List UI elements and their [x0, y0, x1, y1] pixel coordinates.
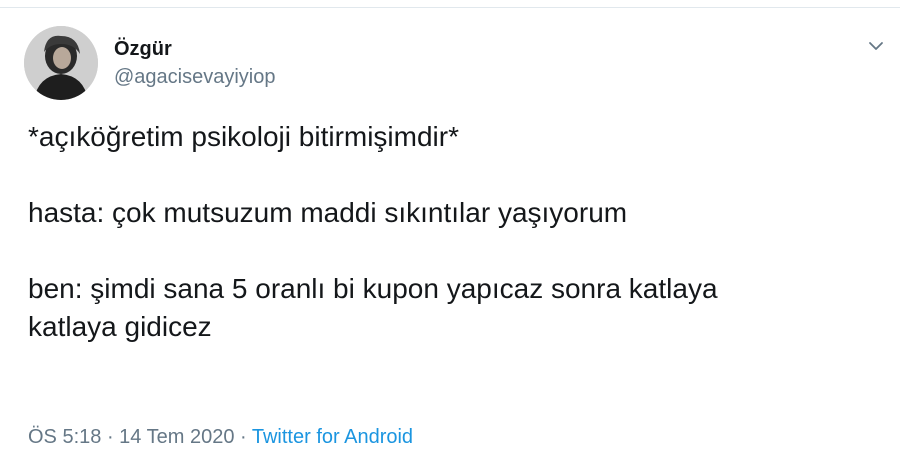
author-names: Özgür @agacisevayiyiop [114, 36, 276, 90]
tweet-line: ben: şimdi sana 5 oranlı bi kupon yapıca… [28, 273, 718, 304]
tweet-date[interactable]: 14 Tem 2020 [119, 426, 234, 448]
avatar-photo-icon [24, 26, 98, 100]
tweet-line [28, 232, 890, 270]
tweet-line [28, 156, 890, 194]
tweet-card: Özgür @agacisevayiyiop *açıköğretim psik… [0, 0, 900, 462]
author-handle[interactable]: @agacisevayiyiop [114, 64, 276, 90]
tweet-line: *açıköğretim psikoloji bitirmişimdir* [28, 121, 459, 152]
tweet-meta: ÖS 5:18 · 14 Tem 2020 · Twitter for Andr… [28, 424, 413, 450]
tweet-source-link[interactable]: Twitter for Android [252, 426, 413, 448]
meta-separator: · [234, 426, 252, 448]
avatar[interactable] [24, 26, 98, 100]
top-divider [0, 0, 900, 8]
author-display-name[interactable]: Özgür [114, 36, 276, 62]
meta-separator: · [101, 426, 120, 448]
chevron-down-icon[interactable] [866, 36, 886, 56]
tweet-time[interactable]: ÖS 5:18 [28, 426, 101, 448]
tweet-text: *açıköğretim psikoloji bitirmişimdir* ha… [28, 118, 890, 346]
tweet-line: hasta: çok mutsuzum maddi sıkıntılar yaş… [28, 197, 628, 228]
tweet-header: Özgür @agacisevayiyiop [24, 26, 276, 100]
tweet-line: katlaya gidicez [28, 311, 212, 342]
